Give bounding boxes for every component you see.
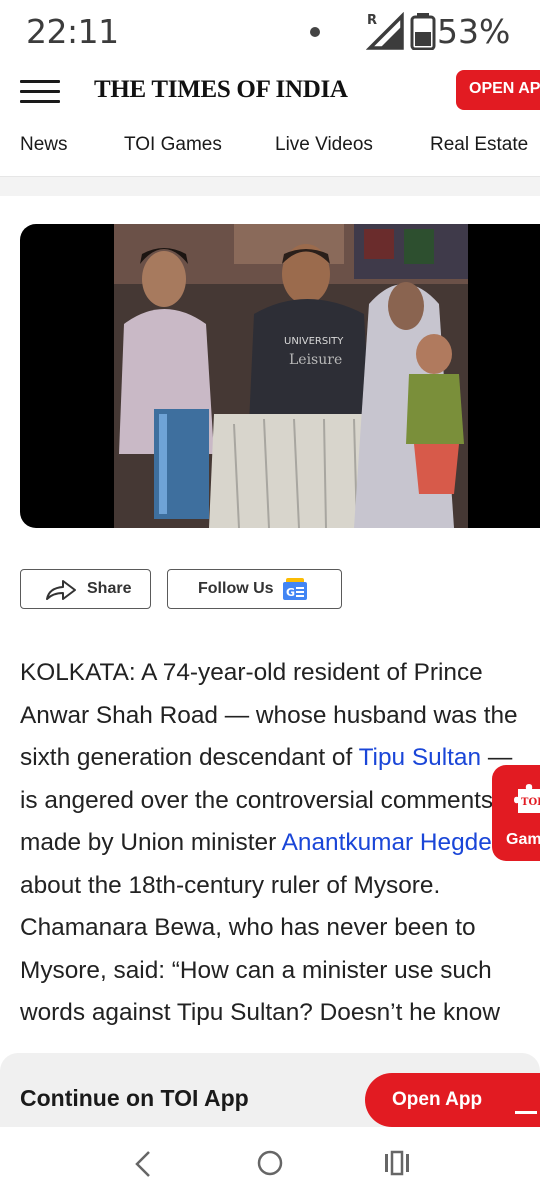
system-navigation-bar — [0, 1127, 540, 1200]
svg-text:Leisure: Leisure — [289, 352, 342, 368]
signal-icon: R — [366, 12, 404, 50]
toi-games-badge[interactable]: TOI Games — [492, 765, 540, 861]
roaming-indicator: R — [367, 13, 377, 28]
nav-divider — [0, 176, 540, 196]
follow-us-button[interactable]: Follow Us G — [167, 569, 342, 609]
puzzle-icon: TOI — [514, 784, 540, 813]
article-text: Mysore, said: “How can a minister use su… — [20, 956, 492, 984]
nav-item-toi-games[interactable]: TOI Games — [124, 134, 222, 156]
article-line: Mysore, said: “How can a minister use su… — [20, 950, 540, 993]
article-line: KOLKATA: A 74-year-old resident of Princ… — [20, 652, 540, 695]
hamburger-menu-icon[interactable] — [20, 80, 60, 104]
status-bar: 22:11 R 53% — [0, 0, 540, 66]
article-text: history?” — [20, 1042, 114, 1045]
article-topic-link[interactable]: Anantkumar Hegde — [282, 829, 492, 856]
games-label: Games — [506, 831, 540, 848]
continue-on-app-text: Continue on TOI App — [20, 1085, 249, 1111]
minimize-icon[interactable] — [515, 1111, 537, 1114]
open-app-bottom-label: Open App — [392, 1089, 483, 1110]
open-app-header-button[interactable]: OPEN APP — [456, 70, 540, 110]
article-text: about the 18th-century ruler of Mysore. — [20, 871, 441, 899]
nav-item-real-estate[interactable]: Real Estate — [430, 134, 528, 156]
article-text: Chamanara Bewa, who has never been to — [20, 914, 476, 941]
site-logo[interactable]: THE TIMES OF INDIA — [94, 76, 348, 104]
article-text: KOLKATA: A 74-year-old resident of Princ… — [20, 659, 483, 686]
share-label: Share — [87, 580, 132, 597]
article-line: words against Tipu Sultan? Doesn’t he kn… — [20, 992, 540, 1035]
family-photo: UNIVERSITY Leisure — [114, 224, 468, 528]
back-icon[interactable] — [132, 1149, 154, 1179]
games-brand: TOI — [521, 797, 540, 808]
recents-icon[interactable] — [383, 1149, 411, 1177]
article-line: sixth generation descendant of Tipu Sult… — [20, 737, 540, 780]
nav-item-live-videos[interactable]: Live Videos — [275, 134, 373, 156]
notification-dot-icon — [310, 27, 320, 37]
home-icon[interactable] — [256, 1149, 284, 1177]
google-news-icon: G — [283, 578, 307, 600]
follow-us-label: Follow Us — [198, 580, 274, 597]
continue-on-app-bar: Continue on TOI App Open App — [0, 1053, 540, 1127]
article-line: Anwar Shah Road — whose husband was the — [20, 695, 540, 738]
article-hero-image[interactable]: UNIVERSITY Leisure — [20, 224, 540, 528]
svg-text:G: G — [286, 586, 295, 599]
article-line: history?” — [20, 1035, 540, 1045]
status-time: 22:11 — [26, 12, 119, 51]
battery-icon — [410, 13, 436, 50]
share-button[interactable]: Share — [20, 569, 151, 609]
article-text: is angered over the controversial commen… — [20, 786, 494, 814]
article-topic-link[interactable]: Tipu Sultan — [359, 744, 481, 771]
share-icon — [46, 580, 76, 600]
svg-text:UNIVERSITY: UNIVERSITY — [284, 336, 344, 347]
article-text: Anwar Shah Road — whose husband was the — [20, 701, 518, 729]
article-line: about the 18th-century ruler of Mysore. — [20, 865, 540, 908]
nav-item-news[interactable]: News — [20, 134, 68, 156]
section-nav: News TOI Games Live Videos Real Estate — [0, 128, 540, 164]
site-header: THE TIMES OF INDIA OPEN APP — [0, 66, 540, 116]
battery-percent: 53% — [437, 12, 511, 51]
article-line: made by Union minister Anantkumar Hegde — [20, 822, 540, 865]
article-text: words against Tipu Sultan? Doesn’t he kn… — [20, 999, 500, 1026]
article-line: is angered over the controversial commen… — [20, 780, 540, 823]
article-line: Chamanara Bewa, who has never been to — [20, 907, 540, 950]
article-text: made by Union minister — [20, 829, 282, 856]
article-text: sixth generation descendant of — [20, 744, 359, 771]
open-app-bottom-button[interactable]: Open App — [365, 1073, 540, 1127]
article-body: KOLKATA: A 74-year-old resident of Princ… — [20, 652, 540, 1044]
